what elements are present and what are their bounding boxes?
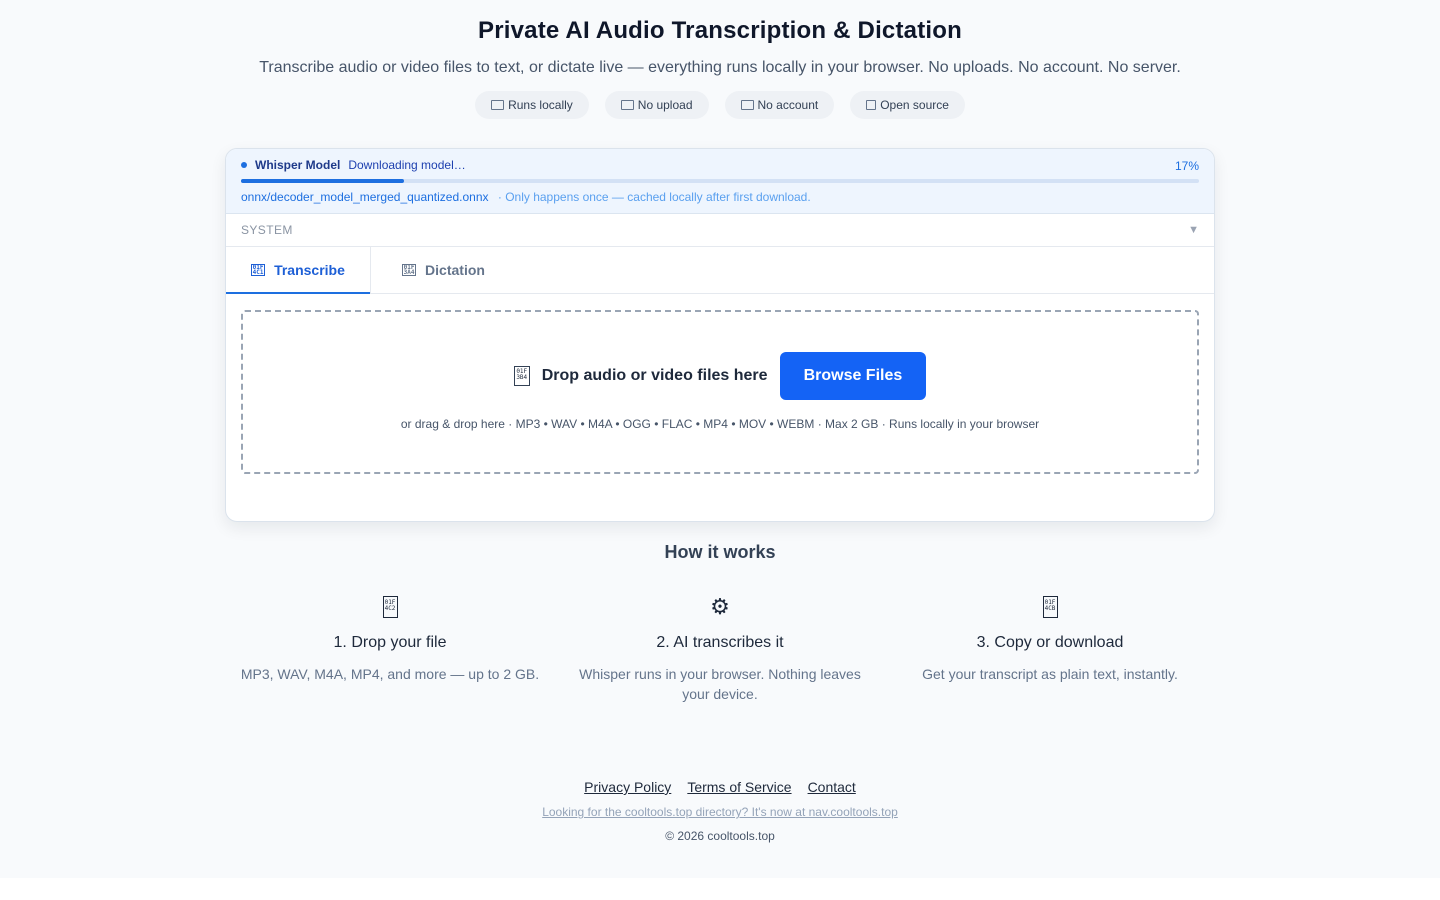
directory-link[interactable]: Looking for the cooltools.top directory?… (542, 805, 898, 819)
page-title: Private AI Audio Transcription & Dictati… (477, 17, 963, 44)
tab-label: Dictation (425, 262, 485, 278)
step-title: 1. Drop your file (333, 634, 447, 651)
how-title: How it works (664, 542, 776, 562)
privacy-policy-link[interactable]: Privacy Policy (584, 779, 671, 795)
system-toggle[interactable]: SYSTEM ▼ (226, 214, 1214, 247)
step-title: 2. AI transcribes it (656, 634, 784, 651)
badge-no-upload: No upload (604, 91, 709, 119)
badge-label: No account (757, 98, 819, 112)
download-percent: 17% (1174, 159, 1199, 173)
step-ai-transcribes: ⚙ 2. AI transcribes it Whisper runs in y… (555, 594, 885, 704)
badge-label: Runs locally (508, 98, 573, 112)
screen-icon (740, 100, 754, 110)
step-drop-file: 01F 4C2 1. Drop your file MP3, WAV, M4A, … (225, 594, 555, 704)
contact-link[interactable]: Contact (808, 779, 856, 795)
step-description: Whisper runs in your browser. Nothing le… (579, 666, 861, 702)
dropzone-title: Drop audio or video files here (541, 367, 768, 384)
tab-transcribe[interactable]: 01F 4C1 Transcribe (226, 247, 371, 294)
hero: Private AI Audio Transcription & Dictati… (0, 0, 1440, 119)
model-file-path: onnx/decoder_model_merged_quantized.onnx (241, 190, 489, 204)
browse-files-button[interactable]: Browse Files (779, 352, 927, 400)
step-copy-download: 01F 4CB 3. Copy or download Get your tran… (885, 594, 1215, 704)
badge-open-source: Open source (850, 91, 965, 119)
gear-icon: ⚙ (710, 594, 730, 619)
file-icon: 01F 3B4 (513, 366, 530, 386)
footer: Privacy Policy Terms of Service Contact … (0, 779, 1440, 843)
model-status-bar: Whisper Model Downloading model… 17% onn… (226, 149, 1214, 214)
model-status: Downloading model… (348, 158, 466, 172)
chevron-down-icon[interactable]: ▼ (1188, 224, 1199, 236)
screen-icon (620, 100, 634, 110)
transcriber-card: Whisper Model Downloading model… 17% onn… (225, 148, 1215, 522)
mode-tabs: 01F 4C1 Transcribe 01F 3A4 Dictation (226, 247, 1214, 294)
file-icon: 01F 4C2 (382, 596, 398, 618)
step-description: MP3, WAV, M4A, MP4, and more — up to 2 G… (240, 666, 540, 682)
badge-label: No upload (637, 98, 693, 112)
mic-icon: 01F 3A4 (402, 264, 417, 276)
box-icon (866, 100, 877, 110)
download-progress-fill (241, 179, 404, 183)
bottom-strip (0, 878, 1440, 900)
screen-icon (491, 100, 505, 110)
how-it-works: How it works 01F 4C2 1. Drop your file MP… (0, 542, 1440, 702)
step-title: 3. Copy or download (976, 634, 1124, 651)
model-cache-note: · Only happens once — cached locally aft… (497, 190, 811, 204)
page-subtitle: Transcribe audio or video files to text,… (259, 59, 1181, 76)
model-name: Whisper Model (255, 158, 341, 172)
badge-label: Open source (880, 98, 949, 112)
status-dot-icon (241, 162, 247, 168)
file-icon: 01F 4CB (1042, 596, 1058, 618)
badge-runs-locally: Runs locally (475, 91, 589, 119)
feature-badges: Runs locally No upload No account Open s… (0, 91, 1440, 119)
download-progress-bar (241, 179, 1199, 183)
system-label: SYSTEM (241, 223, 293, 237)
terms-of-service-link[interactable]: Terms of Service (687, 779, 791, 795)
page: Private AI Audio Transcription & Dictati… (0, 0, 1440, 878)
file-dropzone[interactable]: 01F 3B4 Drop audio or video files here Br… (241, 310, 1199, 474)
badge-no-account: No account (724, 91, 835, 119)
dropzone-formats: or drag & drop here · MP3 • WAV • M4A • … (400, 417, 1040, 431)
step-description: Get your transcript as plain text, insta… (922, 666, 1178, 682)
tab-label: Transcribe (274, 262, 345, 278)
tab-dictation[interactable]: 01F 3A4 Dictation (371, 247, 516, 293)
file-icon: 01F 4C1 (251, 264, 266, 276)
copyright: © 2026 cooltools.top (665, 829, 775, 843)
